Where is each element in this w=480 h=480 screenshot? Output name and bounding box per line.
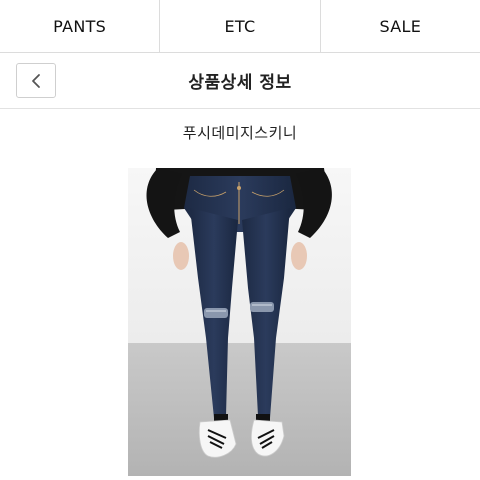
chevron-left-icon <box>32 73 40 88</box>
product-name: 푸시데미지스키니 <box>182 124 298 142</box>
tab-sale[interactable]: SALE <box>321 0 480 52</box>
page-header: 상품상세 정보 <box>0 53 480 109</box>
top-category-nav: PANTS ETC SALE <box>0 0 480 53</box>
tab-pants[interactable]: PANTS <box>0 0 161 52</box>
product-image <box>128 168 351 476</box>
page-title: 상품상세 정보 <box>188 73 292 93</box>
tab-etc[interactable]: ETC <box>160 0 321 52</box>
back-button[interactable] <box>16 63 56 98</box>
